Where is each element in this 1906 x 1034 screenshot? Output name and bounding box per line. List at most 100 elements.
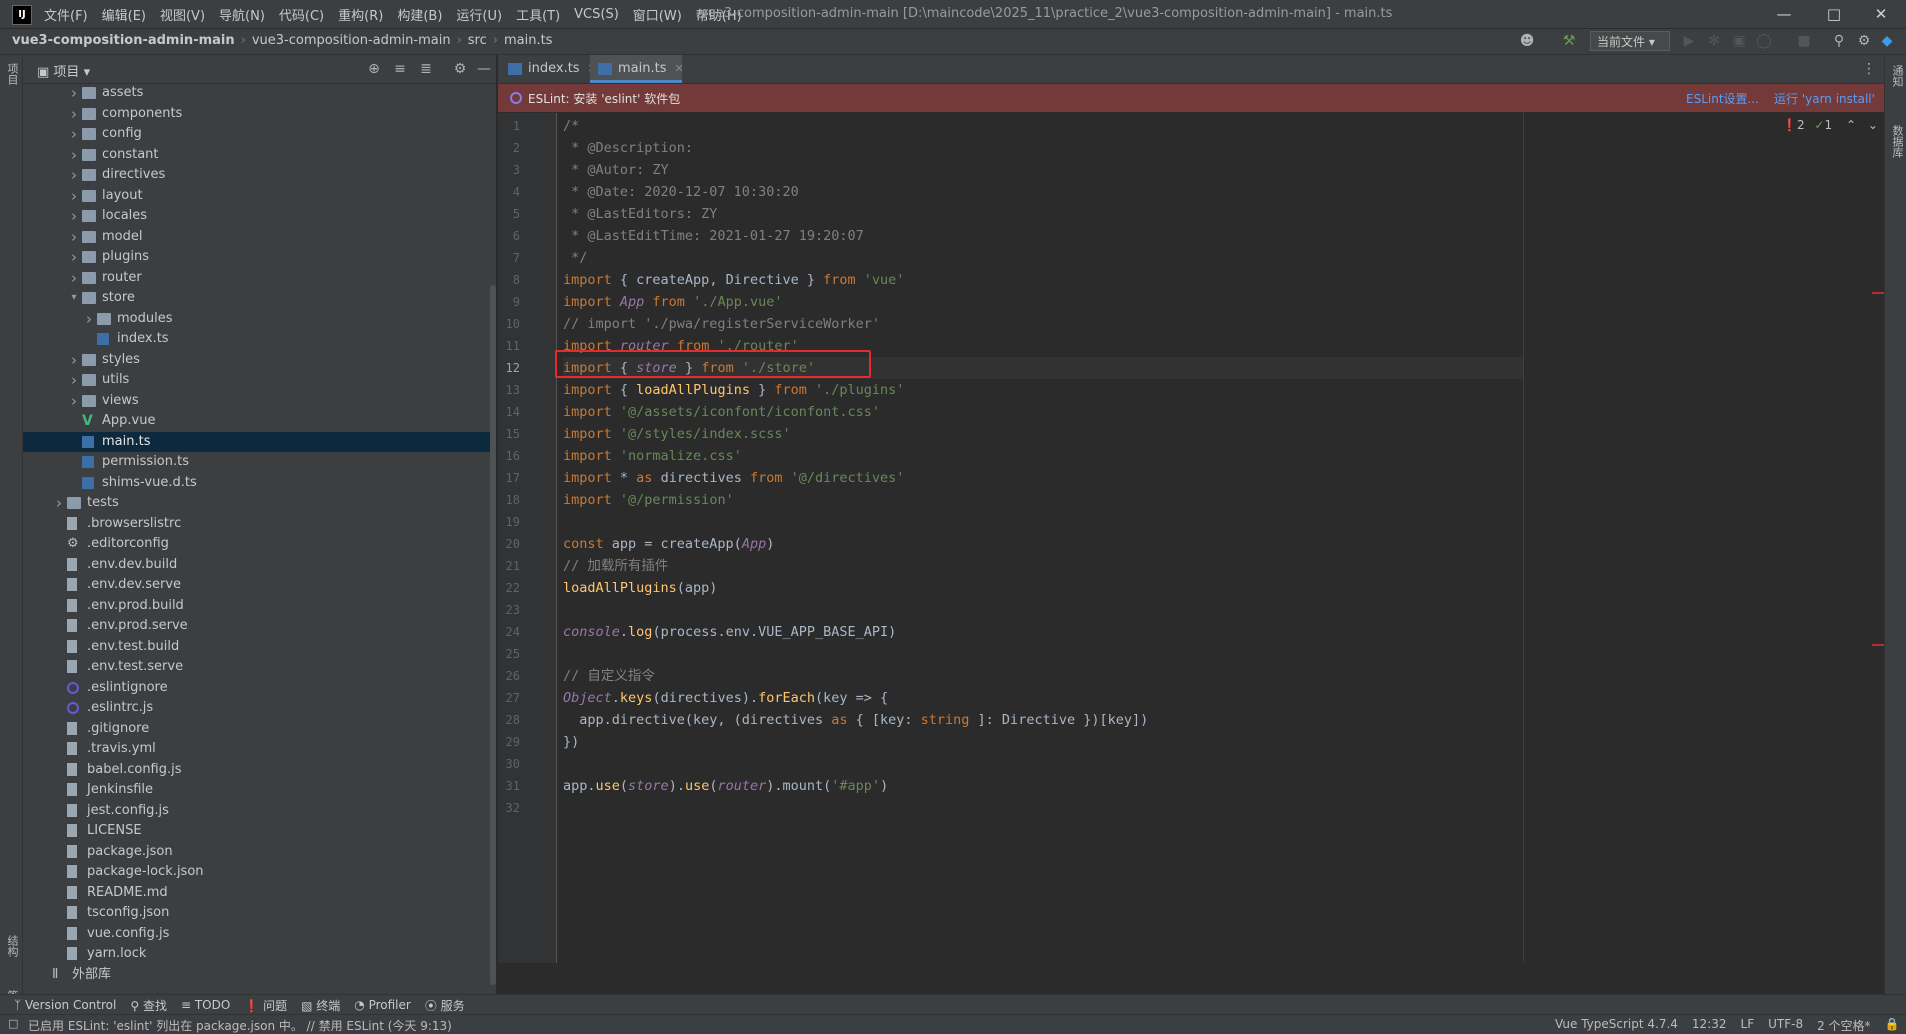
indent-setting[interactable]: 2 个空格* <box>1817 1017 1870 1034</box>
line-number[interactable]: 4 <box>498 181 520 203</box>
line-number[interactable]: 8 <box>498 269 520 291</box>
tree-file[interactable]: babel.config.js <box>23 760 496 780</box>
tree-file[interactable]: Jenkinsfile <box>23 780 496 800</box>
tree-file[interactable]: .eslintignore <box>23 678 496 698</box>
status-message[interactable]: 已启用 ESLint: 'eslint' 列出在 package.json 中。… <box>28 1017 452 1034</box>
tree-file[interactable]: package-lock.json <box>23 862 496 882</box>
error-stripe-marker[interactable] <box>1872 292 1884 294</box>
code-line[interactable]: Object.keys(directives).forEach(key => { <box>563 687 888 709</box>
panel-settings-gear-icon[interactable]: ⚙ <box>451 60 469 78</box>
chevron-right-icon[interactable]: › <box>68 145 80 165</box>
eslint-settings-link[interactable]: ESLint设置... <box>1686 90 1759 107</box>
chevron-down-icon[interactable]: ▾ <box>68 288 80 308</box>
code-line[interactable]: import 'normalize.css' <box>563 445 742 467</box>
code-line[interactable]: const app = createApp(App) <box>563 533 774 555</box>
line-number[interactable]: 2 <box>498 137 520 159</box>
tree-file[interactable]: main.ts <box>23 431 496 452</box>
project-scrollbar[interactable] <box>490 285 496 985</box>
line-number[interactable]: 13 <box>498 379 520 401</box>
line-number[interactable]: 30 <box>498 753 520 775</box>
tree-file[interactable]: package.json <box>23 842 496 862</box>
database-tool-button[interactable]: 数据库 <box>1889 125 1905 158</box>
run-yarn-install-link[interactable]: 运行 'yarn install' <box>1774 90 1875 107</box>
tree-folder[interactable]: › components <box>23 104 496 124</box>
find-tool-button[interactable]: ⚲ 查找 <box>130 997 167 1014</box>
code-line[interactable]: import * as directives from '@/directive… <box>563 467 904 489</box>
tree-file[interactable]: vue.config.js <box>23 924 496 944</box>
more-tabs-icon[interactable]: ⋮ <box>1860 60 1878 78</box>
tree-folder[interactable]: › modules <box>23 309 496 329</box>
chevron-right-icon[interactable]: › <box>68 350 80 370</box>
line-number[interactable]: 22 <box>498 577 520 599</box>
tree-file[interactable]: shims-vue.d.ts <box>23 473 496 493</box>
chevron-right-icon[interactable]: › <box>68 104 80 124</box>
minimize-icon[interactable]: — <box>1761 0 1807 28</box>
layout-toggle-icon[interactable]: □ <box>8 1017 18 1030</box>
structure-tool-button[interactable]: 结构 <box>4 935 20 957</box>
chevron-right-icon[interactable]: › <box>68 227 80 247</box>
search-icon[interactable]: ⚲ <box>1830 32 1848 50</box>
chevron-right-icon[interactable]: › <box>68 186 80 206</box>
tree-file[interactable]: Ⅱ 外部库 <box>23 965 496 984</box>
breadcrumb-module[interactable]: vue3-composition-admin-main <box>252 33 451 48</box>
line-number[interactable]: 18 <box>498 489 520 511</box>
breadcrumb-file[interactable]: main.ts <box>504 33 552 48</box>
tree-file[interactable]: yarn.lock <box>23 944 496 964</box>
line-number[interactable]: 9 <box>498 291 520 313</box>
line-number[interactable]: 16 <box>498 445 520 467</box>
menu-item[interactable]: 运行(U) <box>456 5 502 24</box>
tree-file[interactable]: .env.prod.build <box>23 596 496 616</box>
code-line[interactable]: */ <box>563 247 587 269</box>
tree-file[interactable]: LICENSE <box>23 821 496 841</box>
line-number[interactable]: 27 <box>498 687 520 709</box>
code-line[interactable]: * @LastEditors: ZY <box>563 203 717 225</box>
code-line[interactable]: * @Date: 2020-12-07 10:30:20 <box>563 181 799 203</box>
todo-tool-button[interactable]: ≡ TODO <box>181 998 230 1012</box>
chevron-right-icon[interactable]: › <box>68 124 80 144</box>
menu-item[interactable]: 代码(C) <box>279 5 324 24</box>
menu-item[interactable]: 文件(F) <box>44 5 88 24</box>
profile-icon[interactable]: ◯ <box>1755 32 1773 50</box>
code-line[interactable]: import { loadAllPlugins } from './plugin… <box>563 379 904 401</box>
tree-file[interactable]: .env.test.serve <box>23 657 496 677</box>
code-line[interactable]: import '@/permission' <box>563 489 734 511</box>
problems-tool-button[interactable]: ❗ 问题 <box>244 997 287 1014</box>
tree-file[interactable]: tsconfig.json <box>23 903 496 923</box>
line-number[interactable]: 10 <box>498 313 520 335</box>
line-number[interactable]: 24 <box>498 621 520 643</box>
file-encoding[interactable]: UTF-8 <box>1768 1017 1803 1034</box>
line-number[interactable]: 21 <box>498 555 520 577</box>
previous-highlight-icon[interactable]: ⌃ <box>1846 118 1856 132</box>
expand-all-icon[interactable]: ≡ <box>391 60 409 78</box>
line-number[interactable]: 17 <box>498 467 520 489</box>
profiler-tool-button[interactable]: ◔ Profiler <box>354 998 411 1012</box>
line-number[interactable]: 23 <box>498 599 520 621</box>
code-line[interactable]: // import './pwa/registerServiceWorker' <box>563 313 880 335</box>
tree-folder[interactable]: › model <box>23 227 496 247</box>
code-line[interactable]: import App from './App.vue' <box>563 291 782 313</box>
tree-folder[interactable]: › directives <box>23 165 496 185</box>
code-line[interactable]: app.directive(key, (directives as { [key… <box>563 709 1148 731</box>
code-line[interactable]: loadAllPlugins(app) <box>563 577 717 599</box>
services-tool-button[interactable]: ⦿ 服务 <box>425 997 465 1014</box>
caret-position[interactable]: 12:32 <box>1692 1017 1727 1034</box>
line-number[interactable]: 32 <box>498 797 520 819</box>
terminal-tool-button[interactable]: ▧ 终端 <box>301 997 340 1014</box>
project-tool-button[interactable]: 项目 <box>4 63 20 85</box>
next-highlight-icon[interactable]: ⌄ <box>1868 118 1878 132</box>
tree-folder[interactable]: › layout <box>23 186 496 206</box>
line-number[interactable]: 25 <box>498 643 520 665</box>
tree-file[interactable]: .env.prod.serve <box>23 616 496 636</box>
breadcrumb-src[interactable]: src <box>468 33 487 48</box>
tree-folder[interactable]: › locales <box>23 206 496 226</box>
tree-file[interactable]: README.md <box>23 883 496 903</box>
menu-item[interactable]: 编辑(E) <box>102 5 146 24</box>
chevron-right-icon[interactable]: › <box>68 370 80 390</box>
code-line[interactable]: import '@/assets/iconfont/iconfont.css' <box>563 401 880 423</box>
breadcrumb-project[interactable]: vue3-composition-admin-main <box>12 33 235 48</box>
menu-item[interactable]: 导航(N) <box>219 5 265 24</box>
line-separator[interactable]: LF <box>1741 1017 1755 1034</box>
code-line[interactable]: import { createApp, Directive } from 'vu… <box>563 269 904 291</box>
code-line[interactable]: // 自定义指令 <box>563 665 655 687</box>
line-number[interactable]: 31 <box>498 775 520 797</box>
